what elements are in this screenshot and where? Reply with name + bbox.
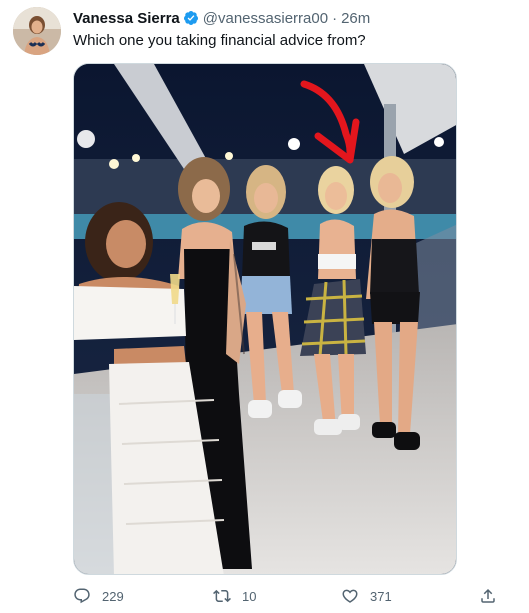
like-count: 371: [370, 588, 392, 604]
author-name[interactable]: Vanessa Sierra: [73, 10, 180, 27]
separator-dot: ·: [332, 9, 338, 27]
tweet-header: Vanessa Sierra @vanessasierra00 · 26m: [73, 8, 370, 28]
tweet-text: Which one you taking financial advice fr…: [73, 32, 366, 49]
share-icon: [481, 588, 495, 603]
reply-count: 229: [102, 588, 124, 604]
retweet-count: 10: [242, 588, 257, 604]
share-button[interactable]: [479, 585, 508, 607]
author-handle[interactable]: @vanessasierra00: [203, 10, 328, 27]
tweet-photo[interactable]: [73, 63, 457, 575]
heart-icon: [342, 589, 358, 603]
reply-button[interactable]: 229: [73, 585, 124, 607]
verified-badge-icon: [183, 10, 199, 26]
like-button[interactable]: 371: [341, 585, 392, 607]
tweet-actions-bar: 229 10 371: [73, 585, 503, 607]
retweet-icon: [213, 589, 231, 603]
retweet-button[interactable]: 10: [213, 585, 256, 607]
reply-icon: [74, 588, 90, 604]
tweet-card[interactable]: Vanessa Sierra @vanessasierra00 · 26m Wh…: [0, 0, 529, 613]
author-avatar[interactable]: [13, 7, 61, 55]
tweet-timestamp[interactable]: 26m: [341, 10, 370, 27]
